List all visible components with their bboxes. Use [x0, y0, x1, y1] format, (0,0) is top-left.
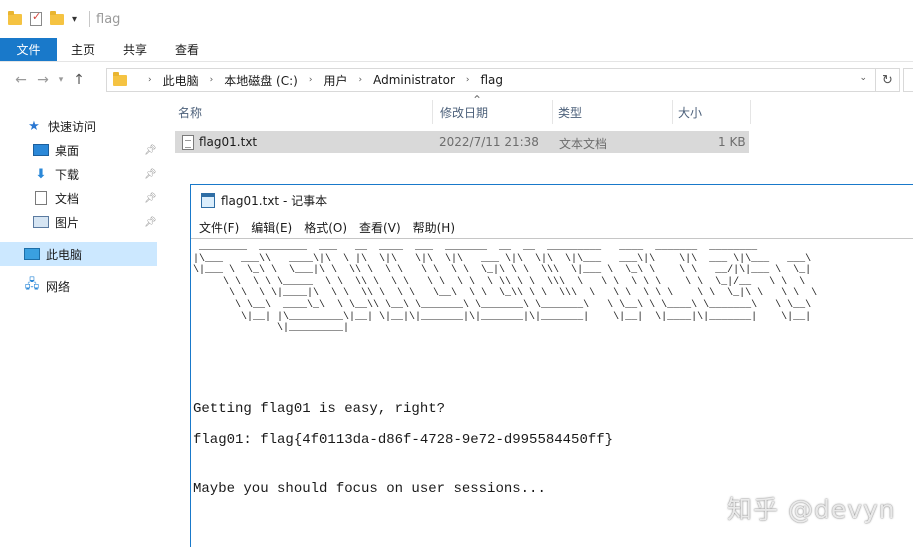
nav-quick-access-label: 快速访问 — [48, 119, 97, 134]
title-divider — [89, 11, 91, 27]
navigation-bar: ← → ▾ ↑ › 此电脑 › 本地磁盘 (C:) › 用户 › Adminis… — [0, 62, 913, 98]
nav-documents[interactable]: 文档 📌︎ — [0, 186, 157, 210]
network-icon: 🖧︎ — [24, 277, 40, 292]
file-type: 文本文档 — [559, 137, 608, 151]
nav-desktop-label: 桌面 — [55, 143, 80, 158]
breadcrumb-administrator[interactable]: Administrator — [373, 73, 455, 87]
column-date-modified[interactable]: 修改日期 — [434, 98, 552, 126]
address-dropdown-icon[interactable]: ⌄ — [859, 73, 867, 83]
nav-network-label: 网络 — [46, 279, 71, 294]
chevron-right-icon[interactable]: › — [466, 75, 470, 85]
address-bar[interactable]: › 此电脑 › 本地磁盘 (C:) › 用户 › Administrator ›… — [106, 68, 876, 92]
nav-this-pc-label: 此电脑 — [46, 247, 83, 262]
column-divider[interactable] — [432, 100, 433, 124]
notepad-menu-bar: 文件(F) 编辑(E) 格式(O) 查看(V) 帮助(H) — [191, 216, 913, 238]
column-type[interactable]: 类型 — [552, 98, 672, 126]
breadcrumb-local-disk[interactable]: 本地磁盘 (C:) — [224, 72, 298, 89]
properties-icon[interactable] — [30, 10, 42, 26]
file-modified: 2022/7/11 21:38 — [439, 135, 539, 149]
column-size[interactable]: 大小 — [672, 98, 750, 126]
window-title: flag — [96, 11, 121, 27]
recent-locations-chevron-icon[interactable]: ▾ — [54, 75, 68, 85]
file-name: flag01.txt — [199, 135, 258, 149]
search-box[interactable] — [903, 68, 913, 92]
chevron-right-icon[interactable]: › — [210, 75, 214, 85]
pin-icon[interactable]: 📌︎ — [144, 145, 157, 156]
nav-pictures-label: 图片 — [55, 215, 80, 230]
breadcrumb-flag[interactable]: flag — [481, 73, 504, 87]
chevron-right-icon[interactable]: › — [309, 75, 313, 85]
nav-pictures[interactable]: 图片 📌︎ — [0, 210, 157, 234]
computer-icon — [24, 247, 40, 261]
picture-icon — [33, 215, 49, 229]
file-row[interactable]: flag01.txt 2022/7/11 21:38 文本文档 1 KB — [175, 131, 749, 153]
nav-quick-access[interactable]: ★ 快速访问 — [0, 114, 157, 138]
tab-home[interactable]: 主页 — [57, 38, 109, 61]
download-arrow-icon: ⬇ — [35, 166, 47, 182]
explorer-title-bar: ▾ flag — [0, 0, 913, 38]
ribbon-tabs: 文件 主页 共享 查看 — [0, 38, 913, 62]
notepad-icon — [201, 193, 215, 208]
nav-documents-label: 文档 — [55, 191, 80, 206]
breadcrumb-users[interactable]: 用户 — [323, 72, 347, 89]
pin-icon[interactable]: 📌︎ — [144, 193, 157, 204]
column-divider[interactable] — [750, 100, 751, 124]
desktop-icon — [33, 143, 49, 157]
menu-format[interactable]: 格式(O) — [298, 219, 353, 236]
chevron-right-icon[interactable]: › — [148, 75, 152, 85]
notepad-title-bar[interactable]: flag01.txt - 记事本 — [191, 185, 913, 216]
quick-access-toolbar-dropdown-icon[interactable]: ▾ — [72, 14, 77, 25]
nav-downloads[interactable]: ⬇ 下载 📌︎ — [0, 162, 157, 186]
text-line-flag: flag01: flag{4f0113da-d86f-4728-9e72-d99… — [193, 432, 614, 448]
menu-help[interactable]: 帮助(H) — [407, 219, 461, 236]
menu-file[interactable]: 文件(F) — [193, 219, 245, 236]
notepad-title: flag01.txt - 记事本 — [221, 194, 328, 208]
file-list-header: ⌃ 名称 修改日期 类型 大小 — [172, 93, 752, 126]
document-icon — [33, 191, 49, 205]
breadcrumb-this-pc[interactable]: 此电脑 — [163, 72, 199, 89]
forward-arrow-icon[interactable]: → — [32, 72, 54, 88]
watermark: 知乎 @devyn — [727, 495, 896, 524]
text-file-icon — [182, 135, 194, 150]
back-arrow-icon[interactable]: ← — [10, 72, 32, 88]
folder-icon[interactable] — [8, 10, 22, 25]
tab-share[interactable]: 共享 — [109, 38, 161, 61]
tab-file[interactable]: 文件 — [0, 38, 57, 61]
ascii-art-banner: ________ ________ ___ __ ____ ___ ______… — [193, 242, 818, 335]
up-arrow-icon[interactable]: ↑ — [68, 72, 90, 88]
text-line-intro: Getting flag01 is easy, right? — [193, 401, 446, 417]
star-icon: ★ — [28, 118, 40, 134]
column-name[interactable]: 名称 — [172, 98, 434, 126]
pin-icon[interactable]: 📌︎ — [144, 169, 157, 180]
nav-downloads-label: 下载 — [55, 167, 80, 182]
navigation-pane: ★ 快速访问 桌面 📌︎ ⬇ 下载 📌︎ 文档 📌︎ 图片 📌︎ 此电脑 🖧︎ … — [0, 98, 170, 547]
tab-view[interactable]: 查看 — [161, 38, 213, 61]
refresh-icon[interactable]: ↻ — [876, 68, 900, 92]
pin-icon[interactable]: 📌︎ — [144, 217, 157, 228]
menu-view[interactable]: 查看(V) — [353, 219, 407, 236]
nav-network[interactable]: 🖧︎ 网络 — [0, 274, 157, 298]
chevron-right-icon[interactable]: › — [358, 75, 362, 85]
nav-desktop[interactable]: 桌面 📌︎ — [0, 138, 157, 162]
file-size: 1 KB — [718, 135, 746, 149]
text-line-hint: Maybe you should focus on user sessions.… — [193, 481, 546, 497]
nav-this-pc[interactable]: 此电脑 — [0, 242, 157, 266]
menu-edit[interactable]: 编辑(E) — [245, 219, 298, 236]
new-folder-icon[interactable] — [50, 10, 64, 25]
address-folder-icon — [113, 71, 127, 86]
